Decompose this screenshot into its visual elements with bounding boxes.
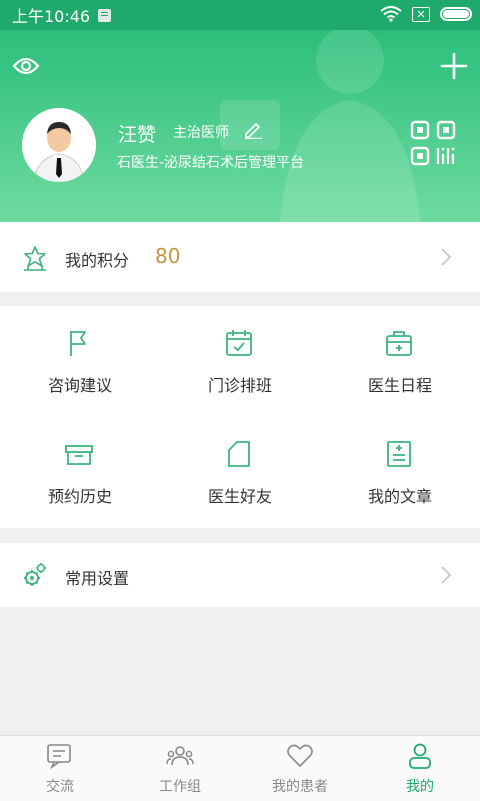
grid-item-label: 门诊排班 [207,376,272,395]
qr-code-icon[interactable] [410,120,456,166]
chat-icon [47,744,71,769]
avatar[interactable] [22,108,96,182]
article-list-icon [387,441,411,467]
heart-icon [287,744,313,767]
points-value: 80 [155,244,181,268]
document-fold-icon [228,441,250,467]
profile-header: 汪赞 主治医师 石医生-泌尿结石术后管理平台 [0,30,480,222]
grid-item-label: 咨询建议 [47,376,112,395]
bottom-tab-bar: 交流 工作组 我的患者 我的 [0,735,480,801]
doctor-avatar-illustration [22,108,96,182]
no-sim-icon: ✕ [412,6,430,22]
status-time: 上午10:46 [12,7,91,26]
nurse-illustration-background [220,30,420,222]
status-indicators: ✕ [380,6,472,22]
gear-icon [24,563,46,586]
archive-box-icon [65,445,93,465]
grid-item-agenda[interactable]: 医生日程 [320,306,480,417]
settings-row[interactable]: 常用设置 [0,543,480,607]
settings-label: 常用设置 [65,569,130,588]
doctor-name: 汪赞 [118,124,157,146]
grid-item-schedule[interactable]: 门诊排班 [160,306,320,417]
add-plus-icon[interactable] [440,52,468,80]
grid-item-consult[interactable]: 咨询建议 [0,306,160,417]
grid-item-label: 医生日程 [367,376,432,395]
points-star-icon [24,246,46,271]
grid-item-label: 医生好友 [207,487,272,506]
function-grid: 咨询建议 门诊排班 医生日程 预约历史 医生好友 我的文章 [0,306,480,528]
chevron-right-icon [441,248,452,266]
eye-icon[interactable] [12,54,40,78]
tab-label: 我的患者 [272,779,328,795]
platform-name: 石医生-泌尿结石术后管理平台 [117,155,305,171]
points-label: 我的积分 [65,251,130,270]
flag-icon [70,331,86,356]
tab-chat[interactable]: 交流 [0,736,120,801]
wifi-icon [380,6,402,22]
grid-item-friends[interactable]: 医生好友 [160,417,320,528]
group-icon [166,746,194,766]
person-icon [409,743,431,769]
grid-item-label: 我的文章 [367,487,432,506]
edit-pencil-icon[interactable] [243,119,263,139]
medical-kit-icon [386,331,412,356]
calendar-check-icon [226,330,252,356]
tab-label: 我的 [406,779,434,795]
grid-item-articles[interactable]: 我的文章 [320,417,480,528]
battery-icon [440,7,472,21]
grid-item-history[interactable]: 预约历史 [0,417,160,528]
message-notification-icon [98,8,112,22]
tab-patients[interactable]: 我的患者 [240,736,360,801]
doctor-title: 主治医师 [173,125,229,141]
status-bar: 上午10:46 ✕ [0,0,480,30]
chevron-right-icon [441,566,452,584]
points-row[interactable]: 我的积分 80 [0,222,480,292]
tab-label: 交流 [46,779,74,795]
tab-label: 工作组 [159,779,201,795]
tab-workgroup[interactable]: 工作组 [120,736,240,801]
grid-item-label: 预约历史 [47,487,112,506]
tab-mine[interactable]: 我的 [360,736,480,801]
